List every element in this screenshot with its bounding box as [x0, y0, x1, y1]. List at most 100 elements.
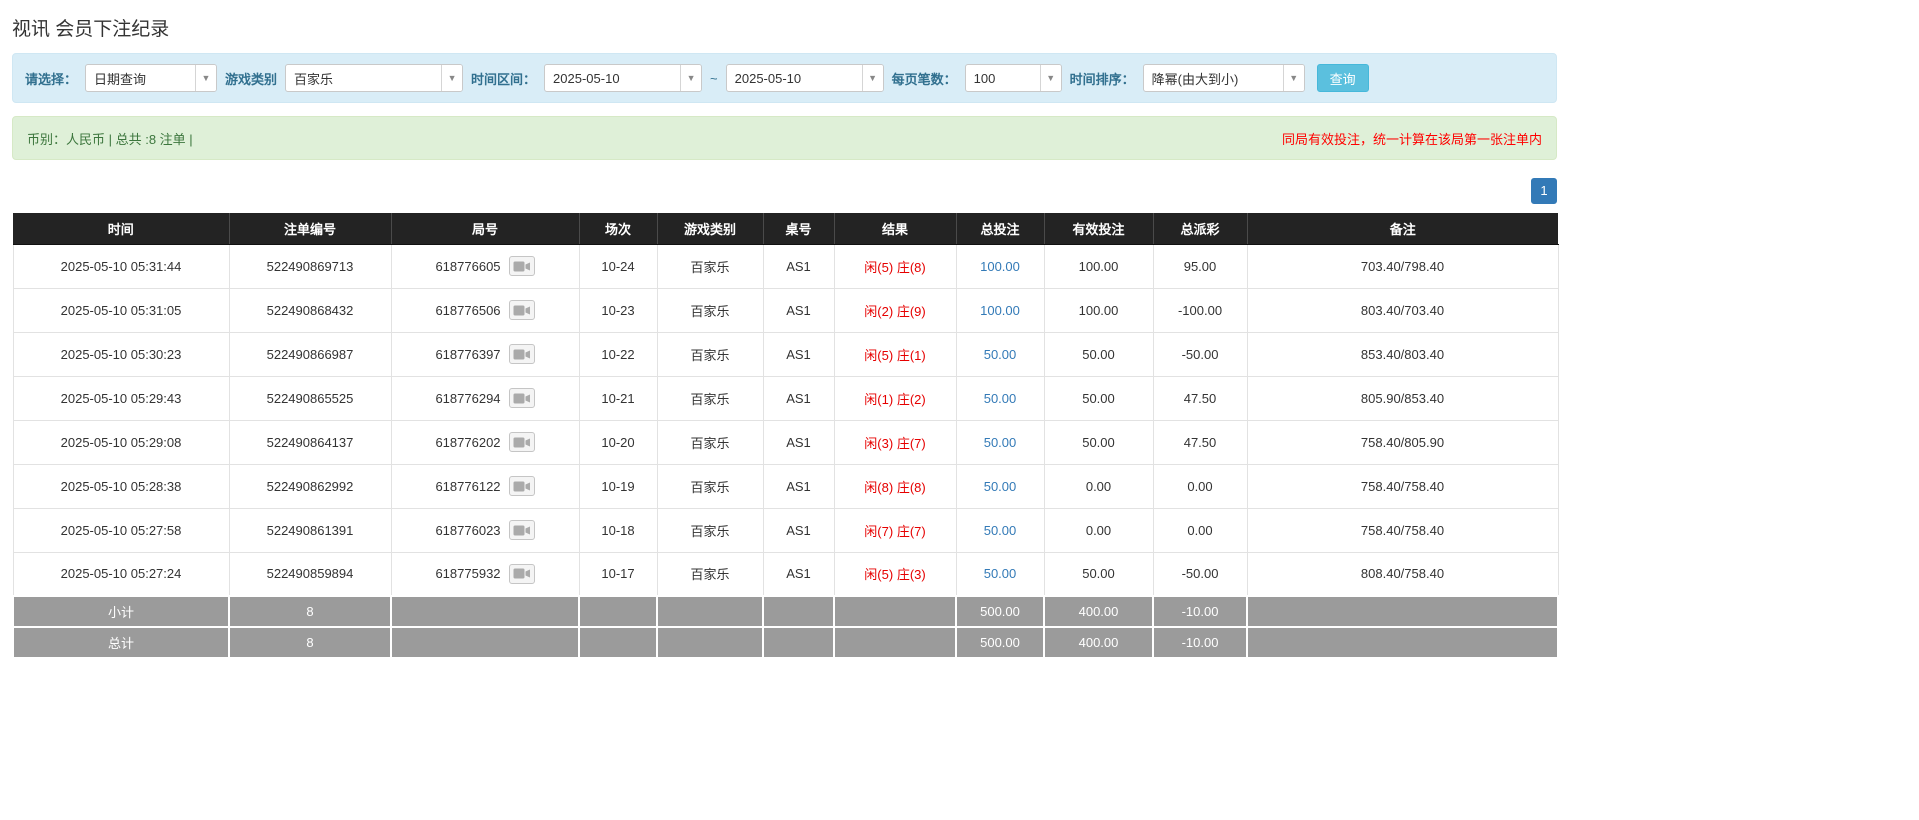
chevron-down-icon[interactable]: ▼	[441, 65, 462, 91]
cell-time: 2025-05-10 05:31:05	[13, 288, 229, 332]
total-bet-link[interactable]: 50.00	[984, 523, 1017, 538]
round-number-with-replay: 618776023	[435, 520, 534, 540]
table-row: 2025-05-10 05:31:44522490869713618776605…	[13, 244, 1558, 288]
video-replay-icon[interactable]	[509, 520, 535, 540]
result-player: 闲(7)	[864, 524, 893, 539]
cell-bet-id: 522490864137	[229, 420, 391, 464]
subtotal-empty	[763, 596, 834, 627]
cell-valid-bet: 50.00	[1044, 376, 1153, 420]
per-page-label: 每页笔数：	[892, 69, 957, 88]
subtotal-empty	[1247, 596, 1558, 627]
video-replay-icon[interactable]	[509, 476, 535, 496]
cell-total-bet: 100.00	[956, 288, 1044, 332]
cell-game-type: 百家乐	[657, 244, 763, 288]
summary-currency-count: 币别：人民币 | 总共 :8 注单 |	[27, 129, 193, 148]
subtotal-row: 小计 8 500.00 400.00 -10.00	[13, 596, 1558, 627]
video-replay-icon[interactable]	[509, 300, 535, 320]
total-valid-bet: 400.00	[1044, 627, 1153, 658]
cell-payout: 47.50	[1153, 420, 1247, 464]
chevron-down-icon[interactable]: ▼	[1040, 65, 1061, 91]
result-player: 闲(8)	[864, 480, 893, 495]
date-from-input[interactable]: 2025-05-10 ▼	[544, 64, 702, 92]
result-banker: 庄(8)	[897, 260, 926, 275]
cell-total-bet: 50.00	[956, 508, 1044, 552]
subtotal-empty	[579, 596, 657, 627]
total-bet-link[interactable]: 50.00	[984, 566, 1017, 581]
summary-bar: 币别：人民币 | 总共 :8 注单 | 同局有效投注，统一计算在该局第一张注单内	[12, 116, 1557, 160]
round-number-with-replay: 618776605	[435, 256, 534, 276]
total-empty	[579, 627, 657, 658]
column-header-6: 结果	[834, 213, 956, 244]
total-bet-link[interactable]: 50.00	[984, 435, 1017, 450]
round-number-with-replay: 618776294	[435, 388, 534, 408]
video-camera-glyph	[513, 524, 531, 537]
cell-session: 10-24	[579, 244, 657, 288]
cell-valid-bet: 0.00	[1044, 464, 1153, 508]
result-player: 闲(2)	[864, 304, 893, 319]
cell-payout: 47.50	[1153, 376, 1247, 420]
cell-session: 10-17	[579, 552, 657, 596]
cell-round: 618776023	[391, 508, 579, 552]
cell-payout: -50.00	[1153, 332, 1247, 376]
page-title: 视讯 会员下注纪录	[12, 14, 1557, 41]
total-bet-link[interactable]: 50.00	[984, 347, 1017, 362]
per-page-dropdown[interactable]: 100 ▼	[965, 64, 1062, 92]
total-payout: -10.00	[1153, 627, 1247, 658]
cell-remark: 703.40/798.40	[1247, 244, 1558, 288]
cell-total-bet: 100.00	[956, 244, 1044, 288]
table-row: 2025-05-10 05:27:58522490861391618776023…	[13, 508, 1558, 552]
cell-session: 10-23	[579, 288, 657, 332]
round-number-with-replay: 618776506	[435, 300, 534, 320]
cell-time: 2025-05-10 05:29:43	[13, 376, 229, 420]
chevron-down-icon[interactable]: ▼	[1283, 65, 1304, 91]
video-replay-icon[interactable]	[509, 388, 535, 408]
chevron-down-icon[interactable]: ▼	[862, 65, 883, 91]
search-button[interactable]: 查询	[1317, 64, 1369, 92]
video-replay-icon[interactable]	[509, 564, 535, 584]
result-banker: 庄(7)	[897, 524, 926, 539]
sort-dropdown[interactable]: 降幂(由大到小) ▼	[1143, 64, 1305, 92]
cell-game-type: 百家乐	[657, 464, 763, 508]
total-total-bet: 500.00	[956, 627, 1044, 658]
video-replay-icon[interactable]	[509, 344, 535, 364]
date-to-input[interactable]: 2025-05-10 ▼	[726, 64, 884, 92]
video-camera-glyph	[513, 392, 531, 405]
cell-table-no: AS1	[763, 288, 834, 332]
round-number: 618776294	[435, 391, 500, 406]
total-bet-link[interactable]: 100.00	[980, 259, 1020, 274]
cell-total-bet: 50.00	[956, 420, 1044, 464]
column-header-9: 总派彩	[1153, 213, 1247, 244]
game-type-label: 游戏类别	[225, 69, 277, 88]
chevron-down-icon[interactable]: ▼	[195, 65, 216, 91]
cell-bet-id: 522490869713	[229, 244, 391, 288]
cell-result: 闲(5) 庄(8)	[834, 244, 956, 288]
video-replay-icon[interactable]	[509, 256, 535, 276]
cell-bet-id: 522490859894	[229, 552, 391, 596]
column-header-0: 时间	[13, 213, 229, 244]
page-button-1[interactable]: 1	[1531, 178, 1557, 204]
result-banker: 庄(7)	[897, 436, 926, 451]
query-type-dropdown[interactable]: 日期查询 ▼	[85, 64, 217, 92]
video-replay-icon[interactable]	[509, 432, 535, 452]
subtotal-empty	[834, 596, 956, 627]
cell-remark: 758.40/805.90	[1247, 420, 1558, 464]
game-type-dropdown[interactable]: 百家乐 ▼	[285, 64, 463, 92]
cell-result: 闲(1) 庄(2)	[834, 376, 956, 420]
cell-game-type: 百家乐	[657, 508, 763, 552]
round-number: 618775932	[435, 566, 500, 581]
result-player: 闲(3)	[864, 436, 893, 451]
cell-round: 618776397	[391, 332, 579, 376]
round-number: 618776397	[435, 347, 500, 362]
result-banker: 庄(1)	[897, 348, 926, 363]
cell-valid-bet: 100.00	[1044, 288, 1153, 332]
video-camera-glyph	[513, 436, 531, 449]
cell-bet-id: 522490866987	[229, 332, 391, 376]
subtotal-label: 小计	[13, 596, 229, 627]
total-bet-link[interactable]: 100.00	[980, 303, 1020, 318]
total-bet-link[interactable]: 50.00	[984, 479, 1017, 494]
cell-game-type: 百家乐	[657, 552, 763, 596]
chevron-down-icon[interactable]: ▼	[680, 65, 701, 91]
cell-time: 2025-05-10 05:28:38	[13, 464, 229, 508]
result-banker: 庄(8)	[897, 480, 926, 495]
total-bet-link[interactable]: 50.00	[984, 391, 1017, 406]
